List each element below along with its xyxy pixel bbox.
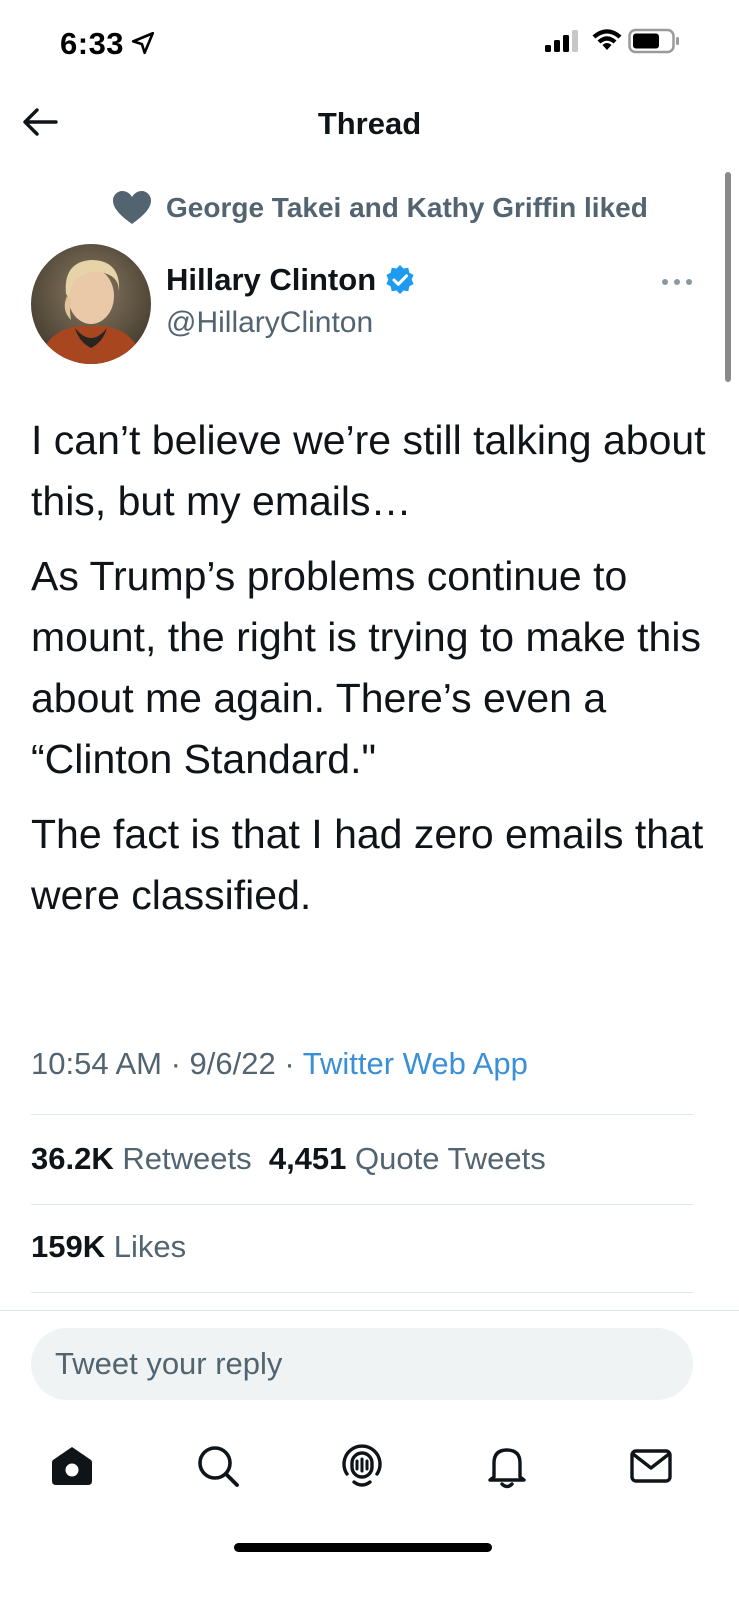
tab-spaces[interactable] <box>334 1438 390 1494</box>
reply-input[interactable]: Tweet your reply <box>31 1328 693 1400</box>
tweet-paragraph: As Trump’s problems continue to mount, t… <box>31 553 701 782</box>
signal-icon <box>545 30 578 52</box>
stats-row-retweets: 36.2K Retweets 4,451 Quote Tweets <box>31 1141 546 1177</box>
messages-icon <box>630 1449 672 1483</box>
avatar-image <box>31 244 151 364</box>
likes-label: Likes <box>113 1229 187 1264</box>
author-name: Hillary Clinton <box>166 262 377 297</box>
tweet-paragraph: The fact is that I had zero emails that … <box>31 811 704 918</box>
divider <box>31 1292 693 1293</box>
tab-search[interactable] <box>190 1438 246 1494</box>
notifications-icon <box>488 1448 526 1489</box>
more-options-icon[interactable] <box>660 270 694 294</box>
search-icon <box>198 1446 239 1487</box>
retweets-count: 36.2K <box>31 1141 114 1176</box>
social-context-text: George Takei and Kathy Griffin liked <box>166 192 648 223</box>
retweets-label: Retweets <box>122 1141 252 1176</box>
likes-stat[interactable]: 159K Likes <box>31 1229 186 1264</box>
verified-badge-icon <box>386 265 414 294</box>
status-time: 6:33 <box>60 26 125 61</box>
reply-placeholder: Tweet your reply <box>55 1346 283 1381</box>
tweet-paragraph: I can’t believe we’re still talking abou… <box>31 417 706 524</box>
scrollbar[interactable] <box>725 172 731 382</box>
tweet-meta: 10:54 AM · 9/6/22 · Twitter Web App <box>31 1046 528 1082</box>
divider <box>31 1204 693 1205</box>
divider <box>31 1114 693 1115</box>
tweet-text: I can’t believe we’re still talking abou… <box>31 410 711 940</box>
heart-icon <box>113 191 151 224</box>
social-context: George Takei and Kathy Griffin liked <box>112 186 648 230</box>
tweet-source-link[interactable]: Twitter Web App <box>303 1046 528 1081</box>
likes-count: 159K <box>31 1229 106 1264</box>
author-handle[interactable]: @HillaryClinton <box>166 306 373 340</box>
quote-tweets-label: Quote Tweets <box>355 1141 546 1176</box>
tab-notifications[interactable] <box>479 1438 535 1494</box>
author-name-row[interactable]: Hillary Clinton <box>166 262 416 298</box>
meta-separator: · <box>275 1046 303 1081</box>
tweet-date[interactable]: 9/6/22 <box>190 1046 276 1081</box>
status-bar: 6:33 <box>0 0 739 90</box>
tab-home[interactable] <box>44 1438 100 1494</box>
tab-bar <box>0 1420 739 1510</box>
meta-separator: · <box>161 1046 190 1081</box>
location-arrow-icon <box>131 31 155 55</box>
quote-tweets-stat[interactable]: 4,451 Quote Tweets <box>269 1141 546 1176</box>
tab-messages[interactable] <box>623 1438 679 1494</box>
page-title: Thread <box>317 106 422 141</box>
spaces-icon <box>342 1444 382 1487</box>
stats-row-likes: 159K Likes <box>31 1229 186 1265</box>
home-icon <box>52 1447 92 1485</box>
divider <box>0 1310 739 1311</box>
wifi-icon <box>592 29 622 50</box>
header: Thread <box>0 90 739 160</box>
retweets-stat[interactable]: 36.2K Retweets <box>31 1141 252 1176</box>
quote-tweets-count: 4,451 <box>268 1141 347 1176</box>
home-indicator[interactable] <box>234 1543 492 1552</box>
avatar[interactable] <box>31 244 151 364</box>
battery-icon <box>628 28 679 54</box>
tweet-time[interactable]: 10:54 AM <box>31 1046 162 1081</box>
